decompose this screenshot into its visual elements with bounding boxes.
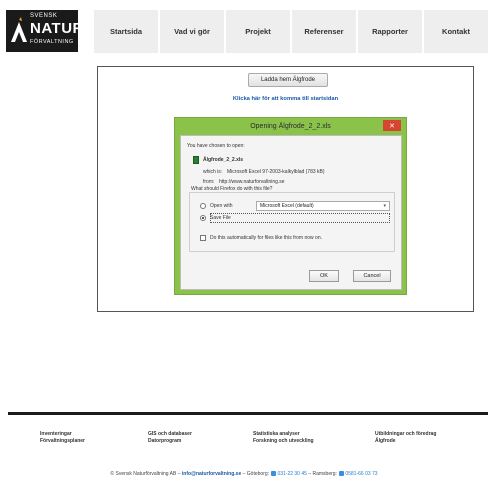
logo-text-main: NATUR bbox=[30, 20, 84, 37]
nav-item-startsida[interactable]: Startsida bbox=[94, 10, 158, 53]
footer-link[interactable]: Datorprogram bbox=[148, 438, 192, 445]
footer-divider bbox=[8, 412, 488, 415]
email-link[interactable]: info@naturforvaltning.se bbox=[182, 471, 241, 477]
which-is-label: which is: bbox=[203, 169, 223, 175]
nav-item-referenser[interactable]: Referenser bbox=[290, 10, 356, 53]
phone-link[interactable]: 0581-66 03 73 bbox=[345, 471, 377, 477]
save-file-radio[interactable] bbox=[200, 215, 206, 221]
open-with-select[interactable]: Microsoft Excel (default) ▾ bbox=[256, 201, 390, 211]
from-label: from: bbox=[203, 179, 215, 185]
footer-link[interactable]: Statistiska analyser bbox=[253, 431, 314, 438]
excel-file-icon bbox=[193, 156, 199, 164]
open-with-label: Open with bbox=[210, 203, 233, 209]
bird-logo-icon bbox=[11, 17, 27, 42]
phone-icon bbox=[271, 471, 277, 476]
chevron-down-icon: ▾ bbox=[383, 203, 386, 209]
footer-col-2: GIS och databaser Datorprogram bbox=[148, 431, 192, 445]
question-label: What should Firefox do with this file? bbox=[189, 186, 275, 192]
action-group: Open with Microsoft Excel (default) ▾ Sa… bbox=[189, 192, 395, 252]
from-value: http://www.naturforvaltning.se bbox=[219, 179, 285, 185]
dialog-title: Opening Älgfrode_2_2.xls bbox=[250, 123, 331, 130]
footer-col-4: Utbildningar och föredrag Älgfrode bbox=[375, 431, 436, 445]
footer-copyright-bar: © Svensk Naturförvaltning AB – info@natu… bbox=[0, 471, 488, 477]
file-name: Älgfrode_2_2.xls bbox=[203, 157, 244, 163]
separator: – bbox=[242, 471, 246, 477]
back-to-start-link[interactable]: Klicka här för att komma till startsidan bbox=[98, 96, 473, 102]
footer-col-3: Statistiska analyser Forskning och utvec… bbox=[253, 431, 314, 445]
auto-checkbox[interactable] bbox=[200, 235, 206, 241]
nav-item-kontakt[interactable]: Kontakt bbox=[422, 10, 488, 53]
footer-link[interactable]: Älgfrode bbox=[375, 438, 436, 445]
nav-item-vad-vi-gor[interactable]: Vad vi gör bbox=[158, 10, 224, 53]
content-box: Ladda hem Älgfrode Klicka här för att ko… bbox=[97, 66, 474, 312]
phone-link[interactable]: 031-22 30 45 bbox=[277, 471, 306, 477]
download-dialog: Opening Älgfrode_2_2.xls ✕ You have chos… bbox=[174, 117, 407, 295]
logo-text-bottom: FÖRVALTNING bbox=[30, 39, 74, 45]
separator: – bbox=[308, 471, 312, 477]
logo[interactable]: SVENSK NATUR FÖRVALTNING bbox=[6, 10, 83, 52]
cancel-button[interactable]: Cancel bbox=[353, 270, 391, 282]
which-is-value: Microsoft Excel 97-2003-kalkylblad (783 … bbox=[227, 169, 325, 175]
close-icon[interactable]: ✕ bbox=[383, 120, 401, 131]
separator: – bbox=[177, 471, 181, 477]
footer-link[interactable]: Förvaltningsplaner bbox=[40, 438, 85, 445]
ok-button[interactable]: OK bbox=[309, 270, 339, 282]
auto-label: Do this automatically for files like thi… bbox=[210, 235, 322, 241]
footer-link[interactable]: Forskning och utveckling bbox=[253, 438, 314, 445]
download-button[interactable]: Ladda hem Älgfrode bbox=[248, 73, 328, 87]
open-with-value: Microsoft Excel (default) bbox=[260, 203, 314, 209]
open-with-radio[interactable] bbox=[200, 203, 206, 209]
footer-link[interactable]: GIS och databaser bbox=[148, 431, 192, 438]
logo-text-top: SVENSK bbox=[30, 13, 58, 19]
footer-link[interactable]: Utbildningar och föredrag bbox=[375, 431, 436, 438]
dialog-body: You have chosen to open: Älgfrode_2_2.xl… bbox=[180, 135, 402, 290]
nav-item-projekt[interactable]: Projekt bbox=[224, 10, 290, 53]
save-file-focus-ring bbox=[210, 213, 390, 223]
chosen-label: You have chosen to open: bbox=[187, 143, 245, 149]
copyright-text: © Svensk Naturförvaltning AB bbox=[110, 471, 177, 477]
main-nav: Startsida Vad vi gör Projekt Referenser … bbox=[94, 10, 488, 53]
footer-col-1: Inventeringar Förvaltningsplaner bbox=[40, 431, 85, 445]
city-label: Göteborg: bbox=[246, 471, 270, 477]
footer-link[interactable]: Inventeringar bbox=[40, 431, 85, 438]
save-file-label: Save File bbox=[210, 215, 231, 221]
phone-icon bbox=[339, 471, 345, 476]
city-label: Ramsberg: bbox=[312, 471, 337, 477]
nav-item-rapporter[interactable]: Rapporter bbox=[356, 10, 422, 53]
